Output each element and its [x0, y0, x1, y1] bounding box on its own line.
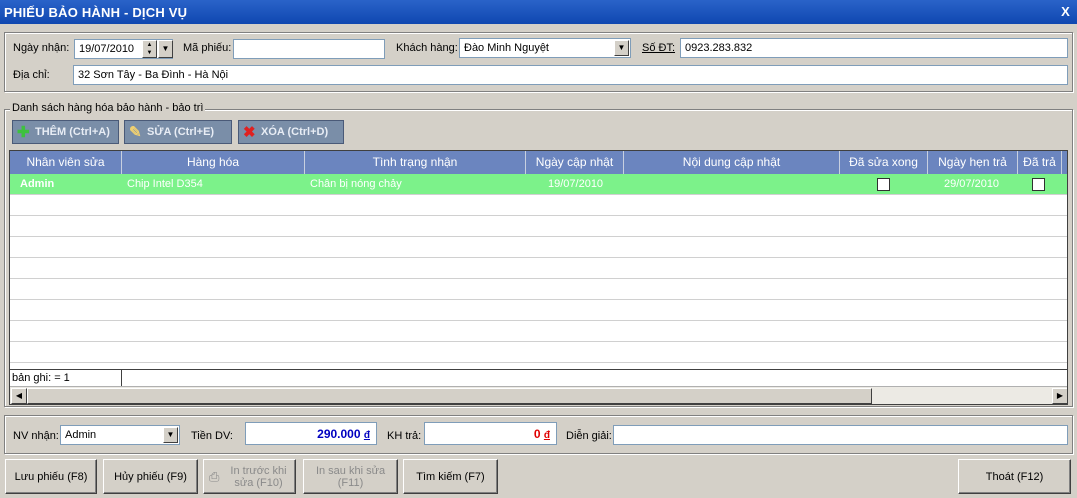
col-header-noi-dung[interactable]: Nội dung cập nhật: [624, 151, 840, 174]
ma-phieu-label: Mã phiếu:: [183, 42, 232, 54]
dien-giai-input[interactable]: [613, 425, 1068, 445]
nv-nhan-label: NV nhận:: [13, 430, 59, 442]
dia-chi-label: Địa chỉ:: [13, 69, 50, 81]
add-button[interactable]: ✚ THÊM (Ctrl+A): [12, 120, 119, 144]
so-dt-label: Số ĐT:: [642, 42, 676, 54]
col-header-da-sua-xong[interactable]: Đã sửa xong: [840, 151, 928, 174]
table-row[interactable]: [10, 342, 1067, 363]
tien-dv-value: 290.000: [317, 427, 361, 441]
col-header-hang-hoa[interactable]: Hàng hóa: [122, 151, 305, 174]
khach-hang-label: Khách hàng:: [396, 42, 458, 54]
kh-tra-currency: đ: [543, 430, 550, 441]
col-header-tinh-trang[interactable]: Tình trạng nhận: [305, 151, 526, 174]
delete-button[interactable]: ✖ XÓA (Ctrl+D): [238, 120, 344, 144]
cell-tinh-trang: Chân bị nóng chảy: [310, 178, 402, 190]
printer-icon: ⎙: [209, 469, 220, 484]
tien-dv-currency: đ: [363, 430, 370, 441]
table-row[interactable]: [10, 216, 1067, 237]
da-tra-checkbox[interactable]: [1032, 178, 1045, 191]
table-row[interactable]: Admin Chip Intel D354 Chân bị nóng chảy …: [10, 174, 1067, 195]
kh-tra-input[interactable]: 0 đ: [424, 422, 557, 445]
kh-tra-value: 0: [533, 427, 541, 441]
title-bar: PHIẾU BẢO HÀNH - DỊCH VỤ X: [0, 0, 1077, 24]
delete-x-icon: ✖: [243, 123, 256, 141]
table-row[interactable]: [10, 258, 1067, 279]
dia-chi-input[interactable]: 32 Sơn Tây - Ba Đình - Hà Nội: [73, 65, 1068, 85]
search-button[interactable]: Tìm kiếm (F7): [403, 459, 498, 494]
khach-hang-select[interactable]: Đào Minh Nguyệt ▼: [459, 38, 631, 58]
dien-giai-label: Diễn giải:: [566, 430, 612, 442]
record-count: bản ghi: = 1: [12, 372, 70, 384]
close-icon[interactable]: X: [1056, 3, 1075, 21]
nv-nhan-select[interactable]: Admin ▼: [60, 425, 180, 445]
plus-icon: ✚: [17, 123, 30, 141]
cell-ngay-cap-nhat: 19/07/2010: [548, 178, 604, 190]
kh-tra-label: KH trả:: [387, 430, 422, 442]
tien-dv-input[interactable]: 290.000 đ: [245, 422, 377, 445]
col-header-nhan-vien[interactable]: Nhân viên sửa: [10, 151, 122, 174]
table-row[interactable]: [10, 300, 1067, 321]
table-row[interactable]: [10, 321, 1067, 342]
window-title: PHIẾU BẢO HÀNH - DỊCH VỤ: [4, 5, 188, 20]
date-dropdown-icon[interactable]: ▼: [158, 40, 173, 58]
khach-hang-value: Đào Minh Nguyệt: [464, 42, 549, 54]
da-sua-xong-checkbox[interactable]: [877, 178, 890, 191]
table-row[interactable]: [10, 237, 1067, 258]
date-spinner[interactable]: ▲ ▼: [142, 40, 157, 58]
chevron-down-icon[interactable]: ▼: [163, 427, 178, 443]
nv-nhan-value: Admin: [65, 429, 97, 441]
print-before-button[interactable]: ⎙ In trước khi sửa (F10): [203, 459, 296, 494]
ma-phieu-input[interactable]: [233, 39, 385, 59]
items-grid[interactable]: Nhân viên sửa Hàng hóa Tình trạng nhận N…: [9, 150, 1068, 405]
table-row[interactable]: [10, 195, 1067, 216]
chevron-down-icon[interactable]: ▼: [614, 40, 629, 56]
cancel-button[interactable]: Hủy phiếu (F9): [103, 459, 198, 494]
pencil-icon: ✎: [129, 123, 142, 141]
grid-footer: bản ghi: = 1: [10, 369, 1067, 387]
exit-button[interactable]: Thoát (F12): [958, 459, 1071, 494]
grid-header: Nhân viên sửa Hàng hóa Tình trạng nhận N…: [10, 151, 1067, 174]
col-header-da-tra[interactable]: Đã trả: [1018, 151, 1062, 174]
col-header-ngay-hen-tra[interactable]: Ngày hẹn trả: [928, 151, 1018, 174]
save-button[interactable]: Lưu phiếu (F8): [5, 459, 97, 494]
edit-button[interactable]: ✎ SỬA (Ctrl+E): [124, 120, 232, 144]
print-after-button[interactable]: In sau khi sửa (F11): [303, 459, 398, 494]
table-row[interactable]: [10, 279, 1067, 300]
cell-nhan-vien: Admin: [20, 178, 55, 190]
horizontal-scrollbar[interactable]: ◀ ▶: [10, 386, 1067, 404]
group-title: Danh sách hàng hóa bảo hành - bảo trì: [10, 102, 206, 114]
col-header-ngay-cap-nhat[interactable]: Ngày cập nhật: [526, 151, 624, 174]
scroll-left-icon[interactable]: ◀: [11, 388, 27, 404]
tien-dv-label: Tiền DV:: [191, 430, 233, 442]
cell-hang-hoa: Chip Intel D354: [127, 178, 203, 190]
cell-ngay-hen-tra: 29/07/2010: [944, 178, 1000, 190]
scroll-thumb[interactable]: [27, 388, 872, 404]
so-dt-input[interactable]: 0923.283.832: [680, 38, 1068, 58]
ngay-nhan-value: 19/07/2010: [79, 43, 135, 55]
scroll-right-icon[interactable]: ▶: [1052, 388, 1067, 404]
ngay-nhan-label: Ngày nhận:: [13, 42, 70, 54]
